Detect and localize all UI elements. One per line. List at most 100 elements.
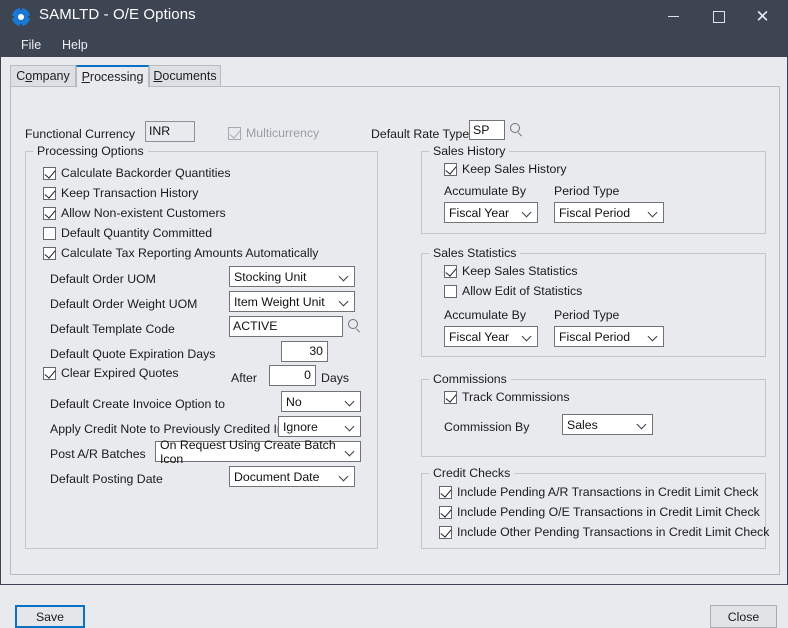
post-ar-batches-select[interactable]: On Request Using Create Batch Icon bbox=[155, 438, 361, 466]
multicurrency-checkbox: Multicurrency bbox=[228, 126, 319, 140]
commission-by-label: Commission By bbox=[444, 420, 530, 434]
sales-history-period-type-value: Fiscal Period bbox=[559, 205, 631, 220]
credit-checks-legend: Credit Checks bbox=[429, 466, 515, 480]
checkbox-track-commissions[interactable]: Track Commissions bbox=[444, 390, 570, 404]
credit-checks-group: Credit Checks Include Pending A/R Transa… bbox=[421, 466, 769, 549]
checkbox-box bbox=[43, 226, 56, 240]
sales-history-accumulate-by-select[interactable]: Fiscal Year bbox=[444, 202, 538, 223]
checkbox-label: Clear Expired Quotes bbox=[61, 366, 179, 380]
checkbox-default-quantity-committed[interactable]: Default Quantity Committed bbox=[43, 226, 212, 240]
checkbox-label: Default Quantity Committed bbox=[61, 226, 213, 240]
default-order-uom-select[interactable]: Stocking Unit bbox=[229, 266, 355, 287]
sales-statistics-period-type-label: Period Type bbox=[554, 308, 620, 322]
tab-processing[interactable]: Processing bbox=[76, 65, 149, 88]
sales-statistics-period-type-select[interactable]: Fiscal Period bbox=[554, 326, 664, 347]
sales-statistics-period-type-value: Fiscal Period bbox=[559, 329, 631, 344]
default-create-invoice-value: No bbox=[286, 394, 302, 409]
checkbox-label: Include Pending A/R Transactions in Cred… bbox=[457, 485, 759, 499]
sales-history-legend: Sales History bbox=[429, 144, 510, 158]
functional-currency-field: INR bbox=[145, 121, 195, 142]
close-button[interactable]: ✕ bbox=[740, 1, 785, 32]
sales-statistics-legend: Sales Statistics bbox=[429, 246, 521, 260]
chevron-down-icon bbox=[346, 397, 355, 406]
tab-page-processing: Functional Currency INR Multicurrency De… bbox=[10, 86, 780, 575]
processing-options-legend: Processing Options bbox=[33, 144, 148, 158]
post-ar-batches-value: On Request Using Create Batch Icon bbox=[160, 437, 336, 466]
checkbox-box bbox=[439, 485, 452, 499]
default-create-invoice-label: Default Create Invoice Option to bbox=[50, 397, 225, 411]
functional-currency-label: Functional Currency bbox=[25, 127, 136, 141]
checkbox-label: Calculate Backorder Quantities bbox=[61, 166, 231, 180]
default-rate-type-magnifier-icon[interactable] bbox=[509, 123, 524, 138]
tab-strip: Company Processing Documents bbox=[10, 65, 780, 88]
maximize-button[interactable] bbox=[696, 1, 741, 32]
default-template-code-label: Default Template Code bbox=[50, 322, 175, 336]
after-label: After bbox=[231, 371, 257, 385]
default-template-code-magnifier-icon[interactable] bbox=[347, 319, 362, 334]
after-days-field[interactable]: 0 bbox=[269, 365, 316, 386]
default-template-code-field[interactable]: ACTIVE bbox=[229, 316, 343, 337]
default-create-invoice-select[interactable]: No bbox=[281, 391, 361, 412]
checkbox-allow-non-existent-customers[interactable]: Allow Non-existent Customers bbox=[43, 206, 226, 220]
default-posting-date-select[interactable]: Document Date bbox=[229, 466, 355, 487]
commission-by-select[interactable]: Sales bbox=[562, 414, 653, 435]
default-order-weight-uom-select[interactable]: Item Weight Unit bbox=[229, 291, 355, 312]
default-quote-expiration-days-label: Default Quote Expiration Days bbox=[50, 347, 216, 361]
checkbox-label: Allow Non-existent Customers bbox=[61, 206, 226, 220]
apply-credit-note-label: Apply Credit Note to Previously Credited… bbox=[50, 422, 313, 436]
tab-company[interactable]: Company bbox=[10, 65, 76, 87]
sales-statistics-accumulate-by-select[interactable]: Fiscal Year bbox=[444, 326, 538, 347]
menu-item-help[interactable]: Help bbox=[56, 35, 94, 55]
chevron-down-icon bbox=[346, 447, 355, 456]
chevron-down-icon bbox=[649, 208, 658, 217]
chevron-down-icon bbox=[649, 332, 658, 341]
checkbox-label: Keep Sales Statistics bbox=[462, 264, 578, 278]
checkbox-keep-sales-statistics[interactable]: Keep Sales Statistics bbox=[444, 264, 578, 278]
checkbox-include-pending-oe[interactable]: Include Pending O/E Transactions in Cred… bbox=[439, 505, 760, 519]
tab-documents[interactable]: Documents bbox=[149, 65, 221, 87]
checkbox-label: Keep Transaction History bbox=[61, 186, 199, 200]
minimize-button[interactable] bbox=[651, 1, 696, 32]
sales-statistics-group: Sales Statistics Keep Sales Statistics A… bbox=[421, 246, 766, 357]
sales-history-period-type-label: Period Type bbox=[554, 184, 620, 198]
checkbox-box bbox=[444, 390, 457, 404]
checkbox-label: Include Other Pending Transactions in Cr… bbox=[457, 525, 770, 539]
checkbox-box bbox=[439, 525, 452, 539]
sales-history-period-type-select[interactable]: Fiscal Period bbox=[554, 202, 664, 223]
checkbox-box bbox=[43, 166, 56, 180]
checkbox-label: Allow Edit of Statistics bbox=[462, 284, 583, 298]
checkbox-include-pending-ar[interactable]: Include Pending A/R Transactions in Cred… bbox=[439, 485, 758, 499]
apply-credit-note-select[interactable]: Ignore bbox=[278, 416, 361, 437]
checkbox-label: Include Pending O/E Transactions in Cred… bbox=[457, 505, 760, 519]
checkbox-label: Track Commissions bbox=[462, 390, 570, 404]
checkbox-box bbox=[444, 264, 457, 278]
chevron-down-icon bbox=[523, 208, 532, 217]
close-button-footer[interactable]: Close bbox=[710, 605, 777, 628]
commission-by-value: Sales bbox=[567, 417, 598, 432]
default-rate-type-label: Default Rate Type bbox=[371, 127, 470, 141]
checkbox-box bbox=[444, 162, 457, 176]
commissions-legend: Commissions bbox=[429, 372, 511, 386]
default-order-uom-value: Stocking Unit bbox=[234, 269, 307, 284]
checkbox-keep-sales-history[interactable]: Keep Sales History bbox=[444, 162, 567, 176]
menu-item-file[interactable]: File bbox=[15, 35, 47, 55]
checkbox-box bbox=[43, 186, 56, 200]
default-posting-date-label: Default Posting Date bbox=[50, 472, 163, 486]
checkbox-allow-edit-of-statistics[interactable]: Allow Edit of Statistics bbox=[444, 284, 582, 298]
sales-history-accumulate-by-label: Accumulate By bbox=[444, 184, 527, 198]
checkbox-include-other-pending[interactable]: Include Other Pending Transactions in Cr… bbox=[439, 525, 769, 539]
checkbox-box bbox=[43, 246, 56, 260]
checkbox-calculate-tax-reporting-amounts[interactable]: Calculate Tax Reporting Amounts Automati… bbox=[43, 246, 318, 260]
checkbox-clear-expired-quotes[interactable]: Clear Expired Quotes bbox=[43, 366, 179, 380]
apply-credit-note-value: Ignore bbox=[283, 419, 318, 434]
checkbox-box bbox=[444, 284, 457, 298]
gear-icon bbox=[11, 7, 31, 27]
default-quote-expiration-days-field[interactable]: 30 bbox=[281, 341, 328, 362]
default-order-weight-uom-value: Item Weight Unit bbox=[234, 294, 325, 309]
sales-history-accumulate-by-value: Fiscal Year bbox=[449, 205, 510, 220]
default-rate-type-field[interactable]: SP bbox=[469, 120, 505, 140]
default-order-weight-uom-label: Default Order Weight UOM bbox=[50, 297, 198, 311]
checkbox-calculate-backorder-quantities[interactable]: Calculate Backorder Quantities bbox=[43, 166, 231, 180]
save-button[interactable]: Save bbox=[15, 605, 85, 628]
checkbox-keep-transaction-history[interactable]: Keep Transaction History bbox=[43, 186, 198, 200]
